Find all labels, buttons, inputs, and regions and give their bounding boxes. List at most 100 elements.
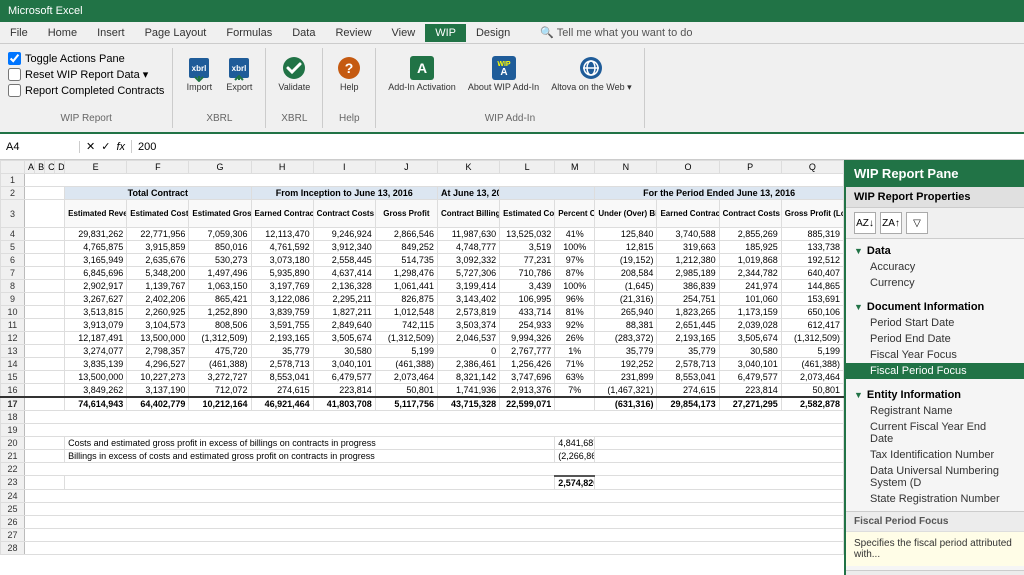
row-10: 10 3,513,815 2,260,925 1,252,890 3,839,7… [1, 306, 844, 319]
col-contract-billings: Contract Billings [437, 200, 499, 228]
tree-header-data[interactable]: ▼ Data [846, 243, 1024, 259]
addin-activation-label: Add-In Activation [388, 82, 456, 92]
tree-item-state-reg[interactable]: State Registration Number [846, 491, 1024, 507]
col-H[interactable]: H [251, 161, 313, 174]
ribbon-validate-items: Validate [274, 52, 314, 111]
sheet-table: A B C D E F G H I J K L M N O [0, 160, 844, 555]
corner-cell [1, 161, 25, 174]
tree-header-doc-info[interactable]: ▼ Document Information [846, 299, 1024, 315]
validate-button[interactable]: Validate [274, 52, 314, 94]
col-K[interactable]: K [437, 161, 499, 174]
col-N[interactable]: N [595, 161, 657, 174]
tree-label-data: Data [867, 245, 891, 257]
altova-web-button[interactable]: Altova on the Web ▾ [547, 52, 635, 95]
tree-section-entity: ▼ Entity Information Registrant Name Cur… [846, 383, 1024, 511]
altova-web-label: Altova on the Web ▾ [551, 82, 631, 93]
rownum-4: 4 [1, 228, 25, 241]
help-label: Help [340, 82, 359, 92]
import-label: Import [187, 82, 213, 92]
col-under-over-billings: Under (Over) Billings [595, 200, 657, 228]
tree-item-period-start[interactable]: Period Start Date [846, 315, 1024, 331]
ribbon-help-items: ? Help [331, 52, 367, 111]
formula-input[interactable]: 200 [132, 141, 1024, 153]
sort-za-button[interactable]: ZA↑ [880, 212, 902, 234]
menu-data[interactable]: Data [282, 24, 325, 42]
about-wip-icon: WIP A [490, 54, 518, 82]
tree-item-tax-id[interactable]: Tax Identification Number [846, 447, 1024, 463]
ribbon-group-label-addin: WIP Add-In [384, 111, 635, 124]
row-11: 11 3,913,079 3,104,573 808,506 3,591,755… [1, 319, 844, 332]
col-Q[interactable]: Q [781, 161, 843, 174]
tree-item-currency[interactable]: Currency [846, 275, 1024, 291]
tree-item-fiscal-period-focus[interactable]: Fiscal Period Focus [846, 363, 1024, 379]
rownum-1: 1 [1, 174, 25, 187]
help-button[interactable]: ? Help [331, 52, 367, 94]
col-L[interactable]: L [500, 161, 555, 174]
menu-design[interactable]: Design [466, 24, 520, 42]
tree-arrow-data: ▼ [854, 246, 863, 256]
tree-item-duns[interactable]: Data Universal Numbering System (D [846, 463, 1024, 491]
col-A[interactable]: A [25, 161, 35, 174]
col-earned-contract-revenue: Earned Contract Revenue [251, 200, 313, 228]
reset-wip-checkbox[interactable]: Reset WIP Report Data ▾ [8, 68, 164, 81]
menu-insert[interactable]: Insert [87, 24, 135, 42]
menu-file[interactable]: File [0, 24, 38, 42]
menu-view[interactable]: View [382, 24, 426, 42]
col-J[interactable]: J [375, 161, 437, 174]
sort-az-button[interactable]: AZ↓ [854, 212, 876, 234]
menu-home[interactable]: Home [38, 24, 87, 42]
ribbon-group-addin: A Add-In Activation WIP A About WIP Add-… [376, 48, 644, 128]
col-P[interactable]: P [719, 161, 781, 174]
about-wip-button[interactable]: WIP A About WIP Add-In [464, 52, 543, 94]
col-F[interactable]: F [127, 161, 189, 174]
at-date-header: At June 13, 2016 [437, 187, 499, 200]
menu-formulas[interactable]: Formulas [216, 24, 282, 42]
svg-text:?: ? [345, 60, 354, 76]
export-button[interactable]: xbrl Export [221, 52, 257, 94]
toggle-actions-checkbox[interactable]: Toggle Actions Pane [8, 52, 164, 65]
col-C[interactable]: C [45, 161, 55, 174]
col-I[interactable]: I [313, 161, 375, 174]
col-contract-costs2: Contract Costs [719, 200, 781, 228]
col-E[interactable]: E [65, 161, 127, 174]
menu-wip[interactable]: WIP [425, 24, 466, 42]
spreadsheet[interactable]: A B C D E F G H I J K L M N O [0, 160, 844, 575]
report-completed-checkbox[interactable]: Report Completed Contracts [8, 84, 164, 97]
row-18: 18 [1, 411, 844, 424]
col-earned-revenue2: Earned Contract Revenue [657, 200, 719, 228]
addin-activation-button[interactable]: A Add-In Activation [384, 52, 460, 94]
menu-page-layout[interactable]: Page Layout [135, 24, 217, 42]
export-label: Export [226, 82, 252, 92]
col-M[interactable]: M [555, 161, 595, 174]
row-1: 1 [1, 174, 844, 187]
row-7: 7 6,845,696 5,348,200 1,497,496 5,935,89… [1, 267, 844, 280]
tree-item-registrant[interactable]: Registrant Name [846, 403, 1024, 419]
tree-item-fy-end[interactable]: Current Fiscal Year End Date [846, 419, 1024, 447]
insert-function-icon[interactable]: fx [116, 141, 125, 153]
fiscal-period-focus-desc: Specifies the fiscal period attributed w… [846, 531, 1024, 566]
tree-header-entity[interactable]: ▼ Entity Information [846, 387, 1024, 403]
col-D[interactable]: D [55, 161, 65, 174]
tree-item-accuracy[interactable]: Accuracy [846, 259, 1024, 275]
row-26: 26 [1, 515, 844, 528]
col-B[interactable]: B [35, 161, 45, 174]
cancel-formula-icon[interactable]: ✕ [86, 140, 95, 153]
svg-text:A: A [500, 67, 507, 78]
confirm-formula-icon[interactable]: ✓ [101, 140, 110, 153]
menu-review[interactable]: Review [325, 24, 381, 42]
tree-arrow-doc: ▼ [854, 302, 863, 312]
row-8: 8 2,902,917 1,139,767 1,063,150 3,197,76… [1, 280, 844, 293]
cell-reference[interactable]: A4 [0, 141, 80, 153]
filter-button[interactable]: ▽ [906, 212, 928, 234]
export-icon: xbrl [225, 54, 253, 82]
panel-toolbar: AZ↓ ZA↑ ▽ [846, 208, 1024, 239]
col-G[interactable]: G [189, 161, 251, 174]
formula-icons: ✕ ✓ fx [80, 140, 132, 153]
tree-item-fiscal-year-focus[interactable]: Fiscal Year Focus [846, 347, 1024, 363]
col-O[interactable]: O [657, 161, 719, 174]
tree-item-period-end[interactable]: Period End Date [846, 331, 1024, 347]
import-button[interactable]: xbrl Import [181, 52, 217, 94]
tree-section-doc-info: ▼ Document Information Period Start Date… [846, 295, 1024, 383]
row-20: 20 Costs and estimated gross profit in e… [1, 437, 844, 450]
fiscal-period-focus-label: Fiscal Period Focus [846, 511, 1024, 531]
